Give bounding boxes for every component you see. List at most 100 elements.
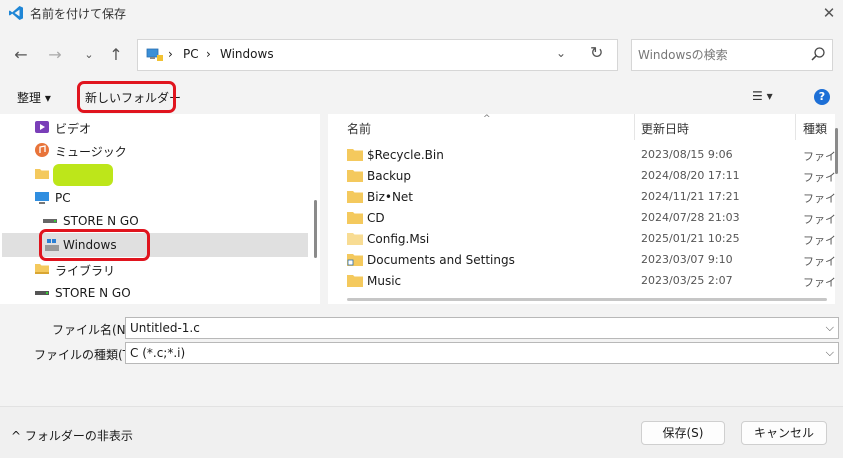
filename-value[interactable]: Untitled-1.c (130, 321, 200, 335)
column-divider[interactable] (634, 114, 635, 140)
file-name: CD (367, 211, 385, 225)
file-type: ファイ (803, 255, 835, 268)
folder-icon (347, 170, 363, 182)
sidebar-item-label: STORE N GO (55, 286, 131, 300)
search-box[interactable] (631, 39, 833, 71)
file-type: ファイ (803, 276, 835, 289)
sidebar-item-pc[interactable]: PC (2, 186, 308, 210)
file-type: ファイ (803, 171, 835, 184)
file-row[interactable]: CD 2024/07/28 21:03 ファイ (328, 208, 835, 229)
dialog-footer: ^ フォルダーの非表示 保存(S) キャンセル (0, 406, 843, 458)
file-name: Music (367, 274, 402, 288)
sort-ascending-icon: ^ (483, 114, 491, 124)
folder-icon (347, 275, 363, 287)
file-date: 2024/11/21 17:21 (641, 190, 740, 203)
column-header-date[interactable]: 更新日時 (641, 120, 689, 137)
file-type: ファイ (803, 150, 835, 163)
sidebar-item-label: PC (55, 191, 71, 205)
help-icon[interactable]: ? (814, 89, 830, 105)
vscode-logo-icon (9, 6, 23, 20)
file-row[interactable]: Biz•Net 2024/11/21 17:21 ファイ (328, 187, 835, 208)
address-dropdown-icon[interactable]: ⌄ (556, 46, 566, 60)
sidebar-item-folder[interactable] (2, 162, 308, 186)
file-row[interactable]: Backup 2024/08/20 17:11 ファイ (328, 166, 835, 187)
breadcrumb-windows[interactable]: Windows (220, 47, 274, 61)
navigation-pane[interactable]: ビデオ ミュージック PC STORE N GO Windows ライブラリ S… (0, 114, 320, 304)
forward-button[interactable]: → (43, 43, 67, 67)
file-row[interactable]: Documents and Settings 2023/03/07 9:10 フ… (328, 250, 835, 271)
file-row[interactable]: Config.Msi 2025/01/21 10:25 ファイ (328, 229, 835, 250)
save-form: ファイル名(N): Untitled-1.c ⌵ ファイルの種類(T): C (… (0, 306, 843, 406)
organize-button[interactable]: 整理 ▾ (17, 89, 51, 106)
file-date: 2023/03/25 2:07 (641, 274, 733, 287)
folder-icon (347, 149, 363, 161)
column-header-name[interactable]: 名前 (347, 120, 371, 137)
address-bar[interactable]: › PC › Windows ⌄ ↻ (137, 39, 618, 71)
file-name: Config.Msi (367, 232, 430, 246)
file-name: Biz•Net (367, 190, 414, 204)
file-date: 2024/07/28 21:03 (641, 211, 740, 224)
music-icon (35, 143, 49, 157)
close-icon[interactable]: ✕ (818, 3, 840, 23)
drive-icon (43, 219, 57, 223)
shortcut-folder-icon (347, 254, 363, 266)
pc-icon (35, 192, 49, 204)
nav-scrollbar[interactable] (314, 200, 317, 258)
hide-folders-button[interactable]: ^ フォルダーの非表示 (11, 427, 133, 444)
sidebar-item-label: ライブラリ (55, 264, 116, 278)
view-options-button[interactable]: ☰ ▾ (752, 89, 773, 103)
file-row[interactable]: Music 2023/03/25 2:07 ファイ (328, 271, 835, 292)
file-name: Documents and Settings (367, 253, 515, 267)
windows-highlight-annotation (39, 229, 150, 261)
drive-icon (35, 291, 49, 295)
breadcrumb-separator: › (168, 47, 173, 61)
refresh-icon[interactable]: ↻ (590, 43, 603, 62)
file-list[interactable]: ^ 名前 更新日時 種類 $Recycle.Bin 2023/08/15 9:0… (328, 114, 835, 304)
file-date: 2023/03/07 9:10 (641, 253, 733, 266)
column-header-type[interactable]: 種類 (803, 120, 827, 137)
file-date: 2024/08/20 17:11 (641, 169, 740, 182)
folder-icon (347, 212, 363, 224)
sidebar-item-label: ミュージック (55, 145, 127, 159)
file-type: ファイ (803, 213, 835, 226)
folder-icon (35, 169, 49, 179)
search-icon[interactable] (810, 46, 826, 62)
file-name: $Recycle.Bin (367, 148, 444, 162)
pc-icon (146, 48, 163, 61)
recent-locations-button[interactable]: ⌄ (77, 43, 101, 67)
title-bar: 名前を付けて保存 ✕ (0, 0, 843, 26)
sidebar-item-video[interactable]: ビデオ (2, 115, 308, 139)
filename-field[interactable]: Untitled-1.c ⌵ (125, 317, 839, 339)
file-list-vscrollbar[interactable] (835, 128, 838, 174)
breadcrumb-pc[interactable]: PC (183, 47, 199, 61)
up-button[interactable]: ↑ (104, 43, 128, 67)
file-type: ファイ (803, 192, 835, 205)
window-title: 名前を付けて保存 (30, 7, 127, 21)
sidebar-item-label: ビデオ (55, 122, 92, 136)
file-type: ファイ (803, 234, 835, 247)
sidebar-item-music[interactable]: ミュージック (2, 138, 308, 162)
filetype-label: ファイルの種類(T): (34, 348, 139, 362)
file-name: Backup (367, 169, 411, 183)
cancel-button[interactable]: キャンセル (741, 421, 827, 445)
folder-icon (347, 233, 363, 245)
filetype-value[interactable]: C (*.c;*.i) (130, 346, 185, 360)
redacted-label-mark (53, 164, 113, 186)
file-date: 2025/01/21 10:25 (641, 232, 740, 245)
file-row[interactable]: $Recycle.Bin 2023/08/15 9:06 ファイ (328, 145, 835, 166)
video-icon (35, 121, 49, 133)
breadcrumb-separator: › (206, 47, 211, 61)
sidebar-item-store-n-go-2[interactable]: STORE N GO (2, 281, 308, 304)
folder-icon (347, 191, 363, 203)
filetype-select[interactable]: C (*.c;*.i) ⌵ (125, 342, 839, 364)
new-folder-highlight-annotation (77, 81, 176, 113)
file-list-hscrollbar[interactable] (347, 298, 827, 301)
chevron-down-icon[interactable]: ⌵ (826, 321, 834, 335)
save-button[interactable]: 保存(S) (641, 421, 725, 445)
search-input[interactable] (638, 45, 798, 65)
column-divider[interactable] (795, 114, 796, 140)
chevron-down-icon[interactable]: ⌵ (826, 346, 834, 360)
file-date: 2023/08/15 9:06 (641, 148, 733, 161)
back-button[interactable]: ← (9, 43, 33, 67)
sidebar-item-label: STORE N GO (63, 214, 139, 228)
